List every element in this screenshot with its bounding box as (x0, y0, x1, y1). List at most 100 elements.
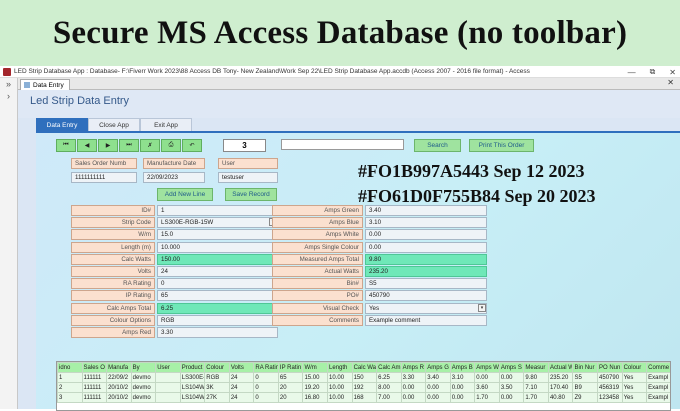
tab-exit-app[interactable]: Exit App (140, 118, 192, 131)
field-w-m[interactable]: 15.0 (157, 229, 278, 241)
last-record-button[interactable]: ⏭ (119, 139, 139, 152)
table-cell[interactable]: Z9 (572, 392, 599, 403)
field-comments[interactable]: Example comment (365, 314, 487, 326)
table-cell[interactable]: 10.00 (327, 382, 353, 393)
table-cell[interactable]: 2 (57, 382, 83, 393)
table-cell[interactable]: 170.40 (547, 382, 574, 393)
minimize-button[interactable]: — (628, 68, 636, 77)
table-cell[interactable]: 7.10 (523, 382, 549, 393)
chevron-right-icon[interactable]: › (0, 90, 17, 102)
field-measured-amps-total[interactable]: 9.80 (365, 253, 487, 265)
table-cell[interactable]: 40.80 (547, 392, 574, 403)
table-cell[interactable]: 111111 (81, 392, 108, 403)
chevron-down-icon[interactable]: ▾ (478, 303, 486, 312)
table-cell[interactable]: 3 (57, 392, 83, 403)
column-header[interactable]: Bin Nur (572, 362, 599, 373)
undo-button[interactable]: ↶ (182, 139, 202, 152)
table-cell[interactable]: 20 (277, 392, 304, 403)
column-header[interactable]: PO Nun (597, 362, 623, 373)
field-amps-green[interactable]: 3.40 (365, 205, 487, 216)
column-header[interactable]: W/m (302, 362, 329, 373)
column-header[interactable]: Colour (204, 362, 230, 373)
table-cell[interactable]: Yes (621, 382, 648, 393)
table-cell[interactable]: 10.00 (327, 392, 353, 403)
table-cell[interactable]: Yes (621, 372, 648, 383)
table-cell[interactable]: 20/10/2 (106, 392, 132, 403)
column-header[interactable]: Sales O (81, 362, 108, 373)
column-header[interactable]: Measur (523, 362, 549, 373)
column-header[interactable]: Manufa (106, 362, 132, 373)
table-cell[interactable]: 0 (253, 372, 279, 383)
column-header[interactable]: Product (179, 362, 206, 373)
table-cell[interactable]: LS104W (179, 392, 206, 403)
table-row[interactable]: 1 111111 22/09/2 devmo LS300E- RGB 24 0 65 15.00 1… (57, 372, 670, 383)
table-cell[interactable]: 19.20 (302, 382, 329, 393)
table-cell[interactable]: S5 (572, 372, 599, 383)
document-tab-data-entry[interactable]: Data Entry (20, 79, 70, 90)
field-amps-blue[interactable]: 3.10 (365, 217, 487, 229)
field-calc-amps-total[interactable]: 6.25 (157, 302, 278, 314)
table-cell[interactable]: LS300E- (179, 372, 206, 383)
sales-order-field[interactable]: 1111111111 (71, 172, 137, 183)
column-header[interactable]: By (130, 362, 157, 373)
table-cell[interactable]: 0.00 (474, 372, 500, 383)
table-cell[interactable]: 10.00 (327, 372, 353, 383)
field-visual-check[interactable]: Yes (365, 302, 487, 314)
table-cell[interactable]: 3.40 (425, 372, 451, 383)
table-cell[interactable]: 24 (228, 392, 255, 403)
column-header[interactable]: IP Ratin (277, 362, 304, 373)
close-document-button[interactable]: ✕ (667, 78, 674, 87)
field-bin[interactable]: S5 (365, 278, 487, 290)
table-cell[interactable]: 235.20 (547, 372, 574, 383)
column-header[interactable]: Calc Am (376, 362, 402, 373)
table-cell[interactable]: 0.00 (400, 392, 427, 403)
records-datasheet[interactable]: idno Sales O Manufa By User Product Colour Volt… (56, 361, 671, 411)
table-cell[interactable]: 192 (351, 382, 378, 393)
table-cell[interactable]: 0.00 (425, 382, 451, 393)
table-cell[interactable]: 3.10 (449, 372, 476, 383)
table-cell[interactable]: 0 (253, 382, 279, 393)
close-window-button[interactable]: ✕ (669, 68, 676, 77)
table-cell[interactable]: 15.00 (302, 372, 329, 383)
field-strip-code[interactable]: LS300E-RGB-15W (157, 217, 278, 229)
delete-record-button[interactable]: ✗ (140, 139, 160, 152)
table-cell[interactable]: 1 (57, 372, 83, 383)
column-header[interactable]: Amps B (449, 362, 476, 373)
table-cell[interactable]: 0.00 (498, 372, 525, 383)
table-cell[interactable] (155, 392, 181, 403)
column-header[interactable]: Calc Wa (351, 362, 378, 373)
table-cell[interactable]: devmo (130, 372, 157, 383)
print-order-button[interactable]: Print This Order (469, 139, 534, 152)
first-record-button[interactable]: ⏮ (56, 139, 76, 152)
tab-data-entry[interactable]: Data Entry (36, 118, 88, 131)
field-volts[interactable]: 24 (157, 266, 278, 277)
table-cell[interactable]: Yes (621, 392, 648, 403)
field-id[interactable]: 1 (157, 205, 278, 216)
column-header[interactable]: Volts (228, 362, 255, 373)
add-new-line-button[interactable]: Add New Line (157, 188, 213, 201)
table-cell[interactable]: 0 (253, 392, 279, 403)
table-cell[interactable]: 27K (204, 392, 230, 403)
column-header[interactable]: Amps G (425, 362, 451, 373)
expand-nav-icon[interactable]: » (0, 78, 17, 90)
table-cell[interactable]: 16.80 (302, 392, 329, 403)
table-cell[interactable]: 3.30 (400, 372, 427, 383)
table-cell[interactable]: 1.70 (523, 392, 549, 403)
field-length-m[interactable]: 10.000 (157, 241, 278, 253)
table-cell[interactable]: B9 (572, 382, 599, 393)
table-cell[interactable]: 0.00 (425, 392, 451, 403)
table-cell[interactable]: 7.00 (376, 392, 402, 403)
field-amps-red[interactable]: 3.30 (157, 327, 278, 338)
column-header[interactable]: Amps R (400, 362, 427, 373)
table-cell[interactable]: 65 (277, 372, 304, 383)
field-ra-rating[interactable]: 0 (157, 278, 278, 290)
tab-close-app[interactable]: Close App (88, 118, 140, 131)
table-cell[interactable]: 150 (351, 372, 378, 383)
column-header[interactable]: Amps W (474, 362, 500, 373)
table-cell[interactable]: 20/10/2 (106, 382, 132, 393)
table-cell[interactable]: 111111 (81, 372, 108, 383)
field-calc-watts[interactable]: 150.00 (157, 253, 278, 265)
table-row[interactable]: 2 111111 20/10/2 devmo LS104W 3K 24 0 20 19.20 10.… (57, 382, 670, 393)
table-cell[interactable]: 9.80 (523, 372, 549, 383)
table-cell[interactable]: 456319 (597, 382, 623, 393)
